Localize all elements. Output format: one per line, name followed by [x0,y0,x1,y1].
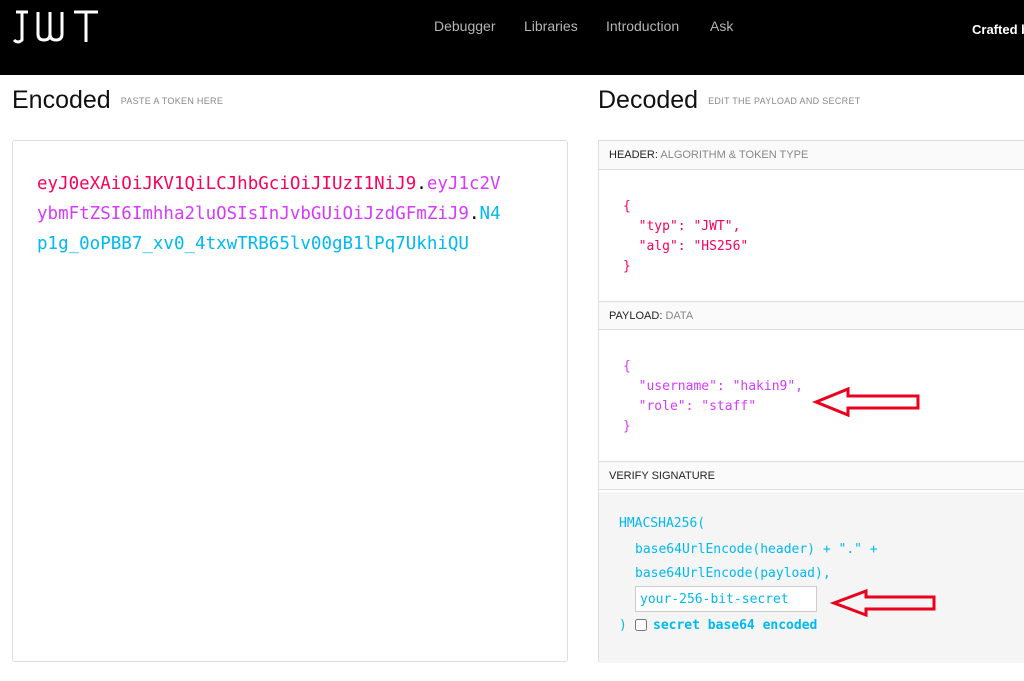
crafted-by-text[interactable]: Crafted b [972,22,1024,37]
payload-panel-sublabel: DATA [665,310,694,322]
nav-introduction[interactable]: Introduction [606,18,679,34]
decoded-subtitle: EDIT THE PAYLOAD AND SECRET [708,96,861,107]
hmac-line-header: base64UrlEncode(header) + "." + [635,542,878,557]
token-dot: . [416,174,427,194]
payload-json-editor[interactable]: { "username": "hakin9", "role": "staff" … [623,357,803,437]
decoded-title: Decoded [598,86,699,114]
encoded-heading: Encoded PASTE A TOKEN HERE [12,86,223,115]
encoded-token[interactable]: eyJ0eXAiOiJKV1QiLCJhbGciOiJIUzI1NiJ9.eyJ… [37,169,507,259]
main-nav: Debugger Libraries Introduction Ask [0,18,1024,38]
payload-panel-label: PAYLOAD: [609,310,663,322]
verify-panel-label: VERIFY SIGNATURE [609,470,715,482]
base64-encoded-label[interactable]: secret base64 encoded [653,618,817,633]
encoded-token-editor[interactable]: eyJ0eXAiOiJKV1QiLCJhbGciOiJIUzI1NiJ9.eyJ… [12,140,568,662]
header-panel-title: HEADER: ALGORITHM & TOKEN TYPE [599,141,1024,170]
hmac-close-paren: ) [619,618,627,633]
nav-debugger[interactable]: Debugger [434,18,496,34]
nav-ask[interactable]: Ask [710,18,733,34]
secret-annotation-arrow-icon [830,588,936,618]
token-header-part: eyJ0eXAiOiJKV1QiLCJhbGciOiJIUzI1NiJ9 [37,174,417,194]
encoded-title: Encoded [12,86,111,114]
encoded-subtitle: PASTE A TOKEN HERE [120,96,224,107]
hmac-function: HMACSHA256( [619,516,706,531]
top-navbar: Debugger Libraries Introduction Ask Craf… [0,0,1024,75]
verify-panel-title: VERIFY SIGNATURE [599,461,1024,490]
verify-signature-body: HMACSHA256( base64UrlEncode(header) + ".… [599,492,1024,663]
header-json-editor[interactable]: { "typ": "JWT", "alg": "HS256" } [623,197,748,277]
payload-annotation-arrow-icon [812,386,920,418]
token-dot: . [468,204,480,224]
decoded-panel: HEADER: ALGORITHM & TOKEN TYPE { "typ": … [598,140,1024,663]
secret-input[interactable] [635,586,817,612]
header-panel-sublabel: ALGORITHM & TOKEN TYPE [660,149,809,161]
hmac-line-payload: base64UrlEncode(payload), [635,566,831,581]
decoded-heading: Decoded EDIT THE PAYLOAD AND SECRET [598,86,861,115]
header-panel-label: HEADER: [609,149,658,161]
payload-panel-title: PAYLOAD: DATA [599,301,1024,330]
base64-encoded-checkbox[interactable] [635,619,647,631]
nav-libraries[interactable]: Libraries [524,18,578,34]
